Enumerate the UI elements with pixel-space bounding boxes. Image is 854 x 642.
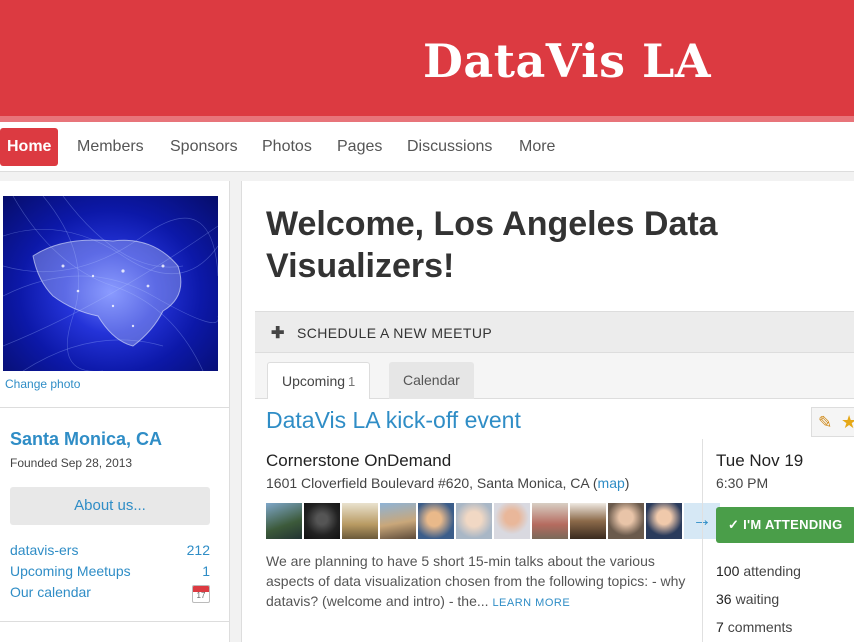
- event-tabs: Upcoming 1 Calendar: [255, 353, 854, 399]
- sidebar-divider-bottom: [0, 621, 229, 622]
- event-rsvp-panel: Tue Nov 19 6:30 PM ✓ I'M ATTENDING 100 at…: [702, 439, 854, 642]
- tab-upcoming-count: 1: [348, 374, 356, 389]
- attending-label: attending: [743, 563, 801, 579]
- members-stat-value[interactable]: 212: [187, 542, 210, 558]
- address-close: ): [624, 475, 630, 491]
- event-title-link[interactable]: DataVis LA kick-off event: [266, 407, 521, 434]
- nav-home[interactable]: Home: [0, 128, 59, 166]
- calendar-stat: Our calendar 17: [10, 584, 210, 604]
- avatar[interactable]: [304, 503, 340, 539]
- tab-upcoming-label: Upcoming: [282, 373, 346, 389]
- pencil-icon[interactable]: ✎: [818, 413, 832, 433]
- group-city[interactable]: Santa Monica, CA: [10, 429, 162, 450]
- avatar[interactable]: [570, 503, 606, 539]
- upcoming-meetups-label[interactable]: Upcoming Meetups: [10, 563, 131, 579]
- members-stat: datavis-ers 212: [10, 542, 210, 562]
- sidebar-divider: [0, 407, 229, 408]
- calendar-icon[interactable]: 17: [192, 585, 210, 603]
- plus-icon: ✚: [271, 325, 285, 342]
- avatar[interactable]: [418, 503, 454, 539]
- event-tools: ✎ ★: [811, 407, 854, 437]
- nav-discussions[interactable]: Discussions: [400, 128, 499, 166]
- tab-upcoming[interactable]: Upcoming 1: [267, 362, 371, 399]
- main-content: Welcome, Los Angeles Data Visualizers! ✚…: [241, 181, 854, 642]
- page-title: Welcome, Los Angeles Data Visualizers!: [266, 205, 718, 285]
- event-time: 6:30 PM: [716, 475, 769, 491]
- members-stat-label[interactable]: datavis-ers: [10, 542, 78, 558]
- schedule-meetup-bar[interactable]: ✚ SCHEDULE A NEW MEETUP: [255, 311, 854, 353]
- venue-name: Cornerstone OnDemand: [266, 451, 452, 470]
- main-nav: Home Members Sponsors Photos Pages Discu…: [0, 122, 854, 172]
- group-photo[interactable]: [3, 196, 218, 371]
- avatar[interactable]: [342, 503, 378, 539]
- schedule-meetup-button[interactable]: SCHEDULE A NEW MEETUP: [297, 325, 492, 341]
- star-icon[interactable]: ★: [841, 412, 854, 433]
- avatar[interactable]: [266, 503, 302, 539]
- site-header: DataVis LA: [0, 0, 854, 116]
- attending-count: 100: [716, 563, 740, 579]
- avatar[interactable]: [646, 503, 682, 539]
- nav-members[interactable]: Members: [70, 128, 151, 166]
- network-map-graphic: [3, 196, 218, 371]
- avatar[interactable]: [456, 503, 492, 539]
- attending-stat[interactable]: 100 attending: [716, 563, 801, 579]
- map-link[interactable]: map: [598, 475, 625, 491]
- address-text: 1601 Cloverfield Boulevard #620, Santa M…: [266, 475, 598, 491]
- nav-more[interactable]: More: [512, 128, 562, 166]
- comments-label: comments: [727, 619, 793, 635]
- waiting-count: 36: [716, 591, 732, 607]
- nav-photos[interactable]: Photos: [255, 128, 319, 166]
- site-title[interactable]: DataVis LA: [423, 34, 711, 88]
- upcoming-meetups-stat: Upcoming Meetups 1: [10, 563, 210, 583]
- learn-more-link[interactable]: LEARN MORE: [492, 597, 570, 609]
- waiting-label: waiting: [735, 591, 780, 607]
- waiting-stat[interactable]: 36 waiting: [716, 591, 779, 607]
- upcoming-meetups-value[interactable]: 1: [202, 563, 210, 579]
- nav-sponsors[interactable]: Sponsors: [163, 128, 245, 166]
- founded-date: Founded Sep 28, 2013: [10, 456, 133, 470]
- tab-calendar[interactable]: Calendar: [389, 362, 474, 399]
- avatar[interactable]: [380, 503, 416, 539]
- comments-count: 7: [716, 619, 724, 635]
- nav-pages[interactable]: Pages: [330, 128, 389, 166]
- calendar-icon-day: 17: [196, 591, 206, 600]
- comments-stat[interactable]: 7 comments: [716, 619, 792, 635]
- avatar[interactable]: [494, 503, 530, 539]
- attending-button[interactable]: ✓ I'M ATTENDING: [716, 507, 854, 543]
- avatar[interactable]: [532, 503, 568, 539]
- event-description: We are planning to have 5 short 15-min t…: [266, 551, 686, 613]
- avatar[interactable]: [608, 503, 644, 539]
- our-calendar-link[interactable]: Our calendar: [10, 584, 91, 600]
- event-date: Tue Nov 19: [716, 451, 804, 470]
- venue-address: 1601 Cloverfield Boulevard #620, Santa M…: [266, 475, 629, 491]
- sidebar: Change photo Santa Monica, CA Founded Se…: [0, 181, 230, 642]
- about-us-button[interactable]: About us...: [10, 487, 210, 525]
- event-description-text: We are planning to have 5 short 15-min t…: [266, 553, 686, 609]
- change-photo-link[interactable]: Change photo: [5, 377, 80, 391]
